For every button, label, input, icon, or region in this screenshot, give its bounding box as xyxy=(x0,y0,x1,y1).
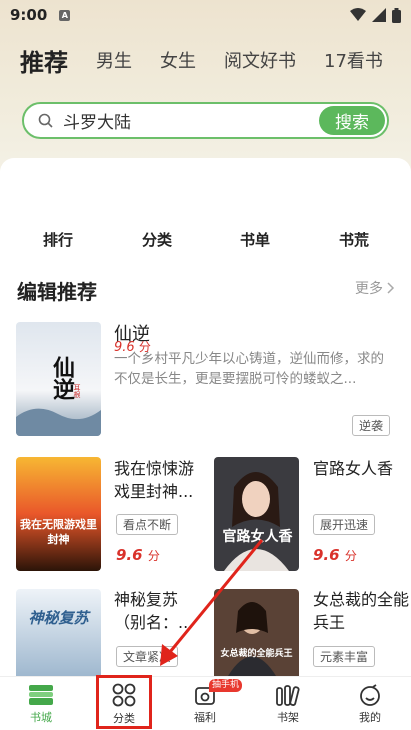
bookstore-icon xyxy=(29,684,53,705)
book-cover-3[interactable]: 神秘复苏 xyxy=(16,589,101,676)
book-cover-2[interactable]: 官路女人香 xyxy=(214,457,299,571)
battery-icon xyxy=(392,7,401,23)
search-input[interactable]: 斗罗大陆 xyxy=(63,108,131,133)
nav-profile[interactable]: 我的 xyxy=(340,677,400,730)
book-score-1-value: 9.6 xyxy=(116,546,143,564)
category-highlight-box xyxy=(96,675,152,729)
nav-bookshelf-label: 书架 xyxy=(277,710,299,724)
featured-book-description: 一个乡村平凡少年以心铸道，逆仙而修，求的不仅是长生，更是要摆脱可怜的蝼蚁之... xyxy=(114,351,384,387)
nav-welfare-label: 福利 xyxy=(194,710,216,724)
search-bar[interactable]: 斗罗大陆 搜索 xyxy=(22,102,389,139)
signal-icon xyxy=(372,8,386,22)
bottom-navigation: 书城 分类 福利 书架 我的 xyxy=(0,676,411,730)
book-tag-1[interactable]: 看点不断 xyxy=(116,514,179,535)
featured-book-tag[interactable]: 逆袭 xyxy=(352,415,391,436)
status-time: 9:00 xyxy=(10,6,48,24)
wifi-icon xyxy=(350,8,366,21)
tab-good-books[interactable]: 阅文好书 xyxy=(224,47,296,73)
book-cover-2-text: 官路女人香 xyxy=(222,529,293,545)
tab-female[interactable]: 女生 xyxy=(160,47,196,73)
book-score-2: 9.6 分 xyxy=(313,546,357,564)
status-icons xyxy=(350,7,401,23)
featured-book-cover[interactable]: 仙逆 耳根 xyxy=(16,322,101,436)
book-tag-3[interactable]: 文章紧凑 xyxy=(116,646,179,667)
section-title: 编辑推荐 xyxy=(17,280,97,304)
quick-link-category[interactable]: 分类 xyxy=(142,229,172,250)
book-score-2-unit: 分 xyxy=(344,549,357,563)
nav-bookstore[interactable]: 书城 xyxy=(11,677,71,730)
quick-link-ranking[interactable]: 排行 xyxy=(43,229,73,250)
notification-icon: A xyxy=(59,9,71,21)
bookshelf-icon xyxy=(276,684,300,706)
more-link[interactable]: 更多 xyxy=(355,278,395,298)
book-cover-4[interactable]: 女总裁的全能兵王 xyxy=(214,589,299,676)
quick-link-booklist[interactable]: 书单 xyxy=(240,229,270,250)
book-score-2-value: 9.6 xyxy=(313,546,340,564)
tab-male[interactable]: 男生 xyxy=(96,47,132,73)
book-score-1-unit: 分 xyxy=(147,549,160,563)
welfare-badge: 抽手机 xyxy=(209,679,243,692)
nav-bookstore-label: 书城 xyxy=(30,710,52,724)
nav-bookshelf[interactable]: 书架 xyxy=(258,677,318,730)
book-title-2[interactable]: 官路女人香 xyxy=(313,457,409,480)
book-title-3[interactable]: 神秘复苏（别名：... xyxy=(114,588,204,634)
chevron-right-icon xyxy=(387,282,395,294)
status-bar: 9:00 A xyxy=(0,0,411,30)
book-cover-4-text: 女总裁的全能兵王 xyxy=(220,649,293,659)
book-tag-4[interactable]: 元素丰富 xyxy=(313,646,376,667)
book-title-1[interactable]: 我在惊悚游戏里封神... xyxy=(114,457,204,503)
search-button[interactable]: 搜索 xyxy=(319,106,385,135)
book-cover-1[interactable]: 我在无限游戏里封神 xyxy=(16,457,101,571)
nav-profile-label: 我的 xyxy=(359,710,381,724)
top-tabs: 推荐 男生 女生 阅文好书 17看书 xyxy=(20,40,401,80)
quick-link-book-shortage[interactable]: 书荒 xyxy=(339,229,369,250)
featured-cover-author: 耳根 xyxy=(73,384,81,398)
more-label: 更多 xyxy=(355,281,383,297)
tab-recommend[interactable]: 推荐 xyxy=(20,43,68,78)
tab-17kan[interactable]: 17看书 xyxy=(324,47,383,73)
book-cover-3-text: 神秘复苏 xyxy=(28,609,89,627)
search-icon xyxy=(38,113,53,128)
book-score-1: 9.6 分 xyxy=(116,546,160,564)
book-title-4[interactable]: 女总裁的全能兵王 xyxy=(313,588,409,634)
book-tag-2[interactable]: 展开迅速 xyxy=(313,514,376,535)
profile-icon xyxy=(360,683,380,706)
book-cover-1-text: 我在无限游戏里封神 xyxy=(20,518,97,546)
